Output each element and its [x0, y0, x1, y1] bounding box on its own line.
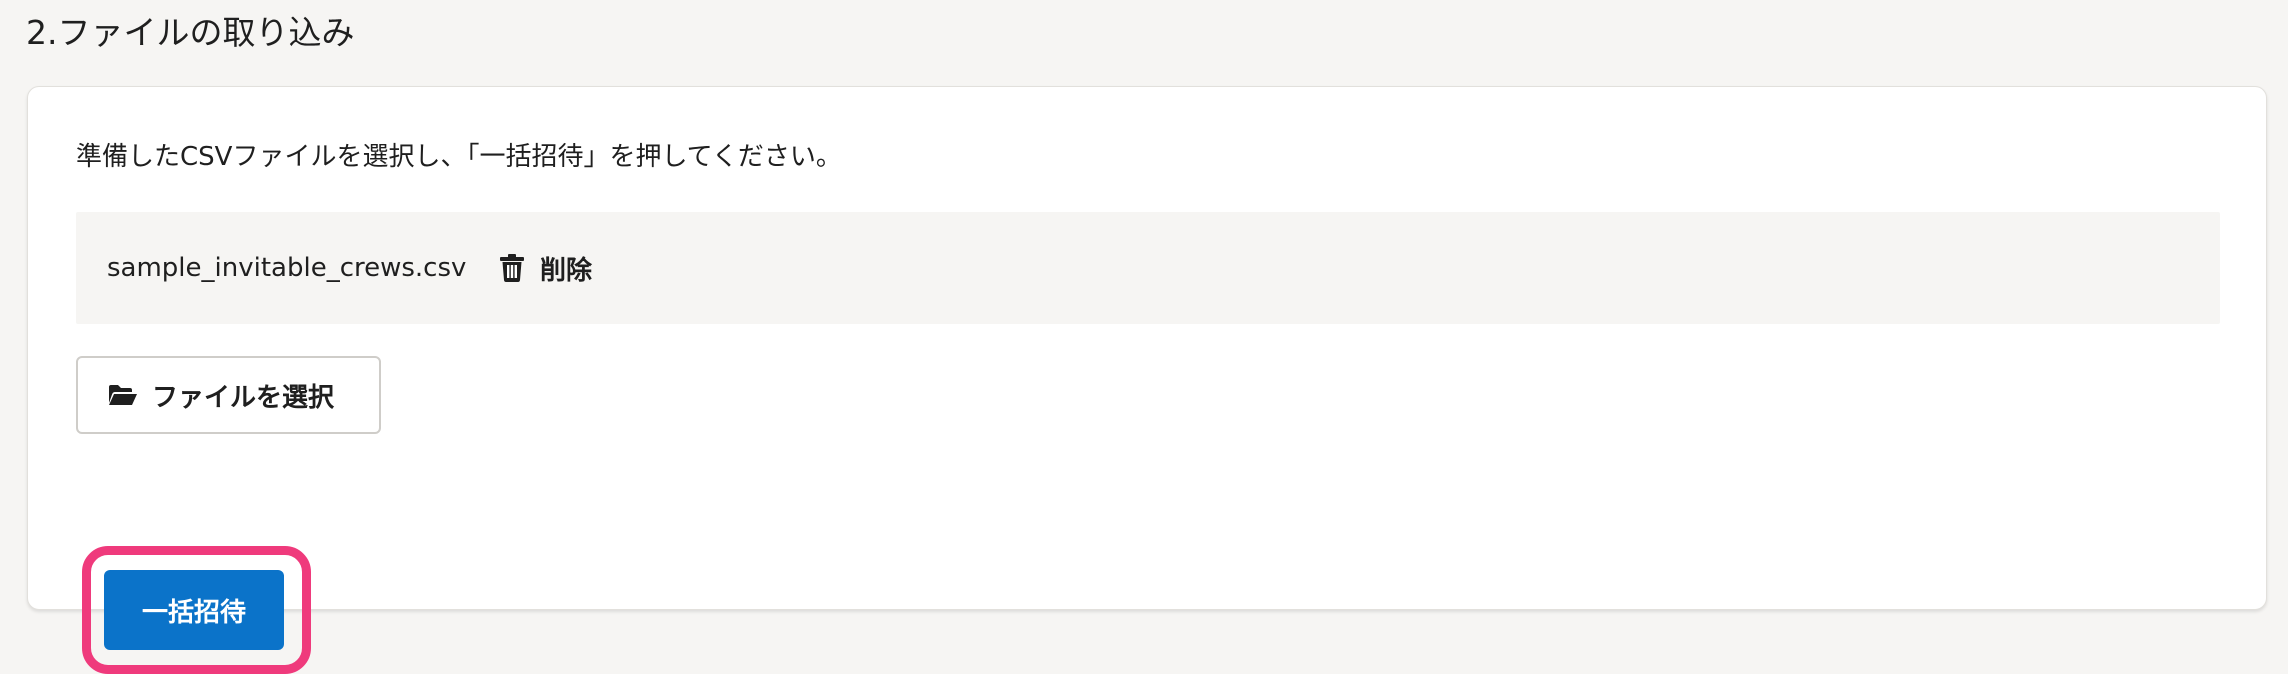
- import-card: 準備したCSVファイルを選択し、「一括招待」を押してください。 sample_i…: [27, 86, 2267, 674]
- delete-label: 削除: [540, 255, 593, 286]
- selected-file-row: sample_invitable_crews.csv 削除: [76, 212, 2220, 324]
- folder-open-icon: [108, 384, 138, 406]
- trash-icon: [500, 254, 524, 282]
- select-file-button[interactable]: ファイルを選択: [76, 356, 381, 434]
- select-file-label: ファイルを選択: [152, 382, 335, 413]
- instructions-text: 準備したCSVファイルを選択し、「一括招待」を押してください。: [76, 142, 842, 172]
- file-name: sample_invitable_crews.csv: [107, 253, 467, 283]
- bulk-invite-button[interactable]: 一括招待: [104, 570, 284, 650]
- delete-file-button[interactable]: 削除: [500, 243, 592, 293]
- section-title: 2.ファイルの取り込み: [26, 13, 355, 52]
